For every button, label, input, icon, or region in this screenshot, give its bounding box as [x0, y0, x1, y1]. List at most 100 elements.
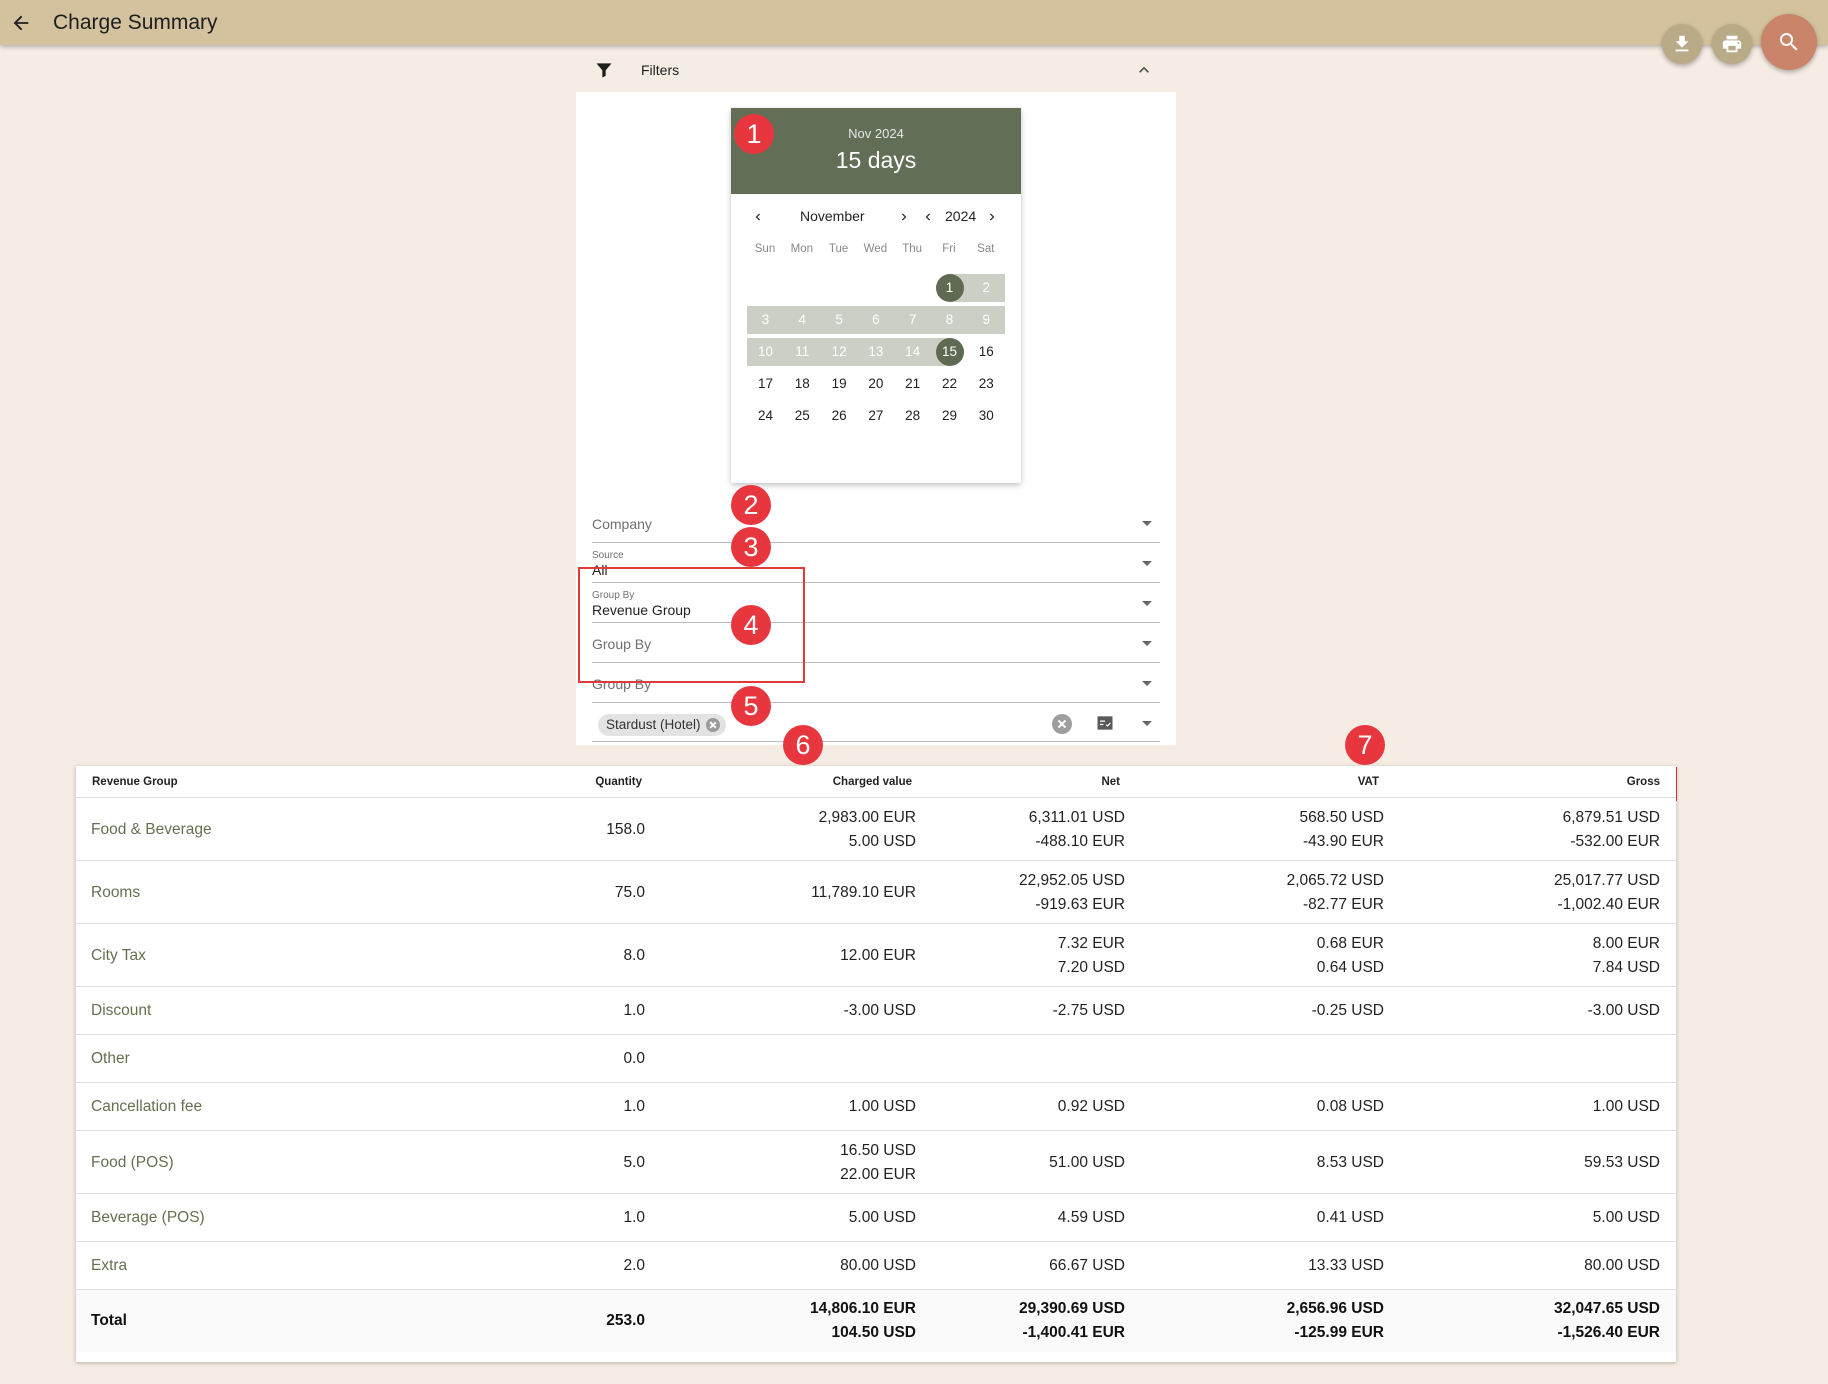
back-arrow-icon[interactable]	[10, 12, 32, 34]
weekday-label: Tue	[828, 243, 849, 255]
calendar-day[interactable]: 29	[931, 402, 968, 430]
col-header-vat[interactable]: VAT	[1358, 776, 1379, 788]
filters-toggle[interactable]: Filters	[576, 48, 1176, 92]
col-header-gross[interactable]: Gross	[1627, 776, 1660, 788]
cell-gross: -3.00 USD	[1587, 1002, 1660, 1019]
source-label: Source	[592, 550, 624, 561]
cell-charged: 11,789.10 EUR	[811, 883, 916, 901]
year-label[interactable]: 2024	[945, 208, 976, 224]
table-row: Food & Beverage 158.0 2,983.00 EUR 5.00 USD…	[76, 798, 1676, 861]
calendar-day[interactable]: 22	[931, 370, 968, 398]
next-year-icon[interactable]	[985, 210, 999, 224]
calendar-day[interactable]: 13	[857, 338, 895, 366]
calendar-day[interactable]: 12	[820, 338, 858, 366]
calendar-day[interactable]: 9	[967, 306, 1005, 334]
calendar-day[interactable]: 2	[967, 274, 1005, 302]
app-bar: Charge Summary	[0, 0, 1828, 45]
cell-quantity: 1.0	[623, 1209, 645, 1226]
row-label: Discount	[91, 1002, 152, 1019]
search-button[interactable]	[1761, 14, 1817, 70]
calendar-day[interactable]: 6	[857, 306, 895, 334]
cell-gross: 80.00 USD	[1584, 1257, 1660, 1274]
cell-quantity: 253.0	[606, 1312, 645, 1329]
cell-vat: 0.64 USD	[1316, 958, 1384, 976]
calendar-day[interactable]: 18	[784, 370, 821, 398]
table-total-row: Total 253.0 14,806.10 EUR 104.50 USD 29,390.…	[76, 1290, 1676, 1352]
calendar-day[interactable]: 20	[857, 370, 894, 398]
weekday-label: Sat	[977, 243, 995, 255]
col-header-revenue-group[interactable]: Revenue Group	[92, 776, 178, 788]
cell-gross: 6,879.51 USD	[1562, 808, 1660, 826]
cell-gross: 59.53 USD	[1584, 1153, 1660, 1171]
calendar-day[interactable]: 19	[821, 370, 858, 398]
calendar-day[interactable]: 21	[894, 370, 931, 398]
calendar-day-label: 7	[908, 312, 917, 327]
cell-quantity: 1.0	[623, 1098, 645, 1115]
cell-vat: 2,656.96 USD	[1286, 1300, 1384, 1317]
dropdown-arrow-icon	[1142, 521, 1152, 526]
cell-gross: -1,526.40 EUR	[1557, 1324, 1660, 1341]
cell-charged: 16.50 USD	[840, 1141, 916, 1159]
calendar-day[interactable]: 17	[747, 370, 784, 398]
cell-vat: 2,065.72 USD	[1286, 871, 1384, 889]
select-all-icon[interactable]	[1094, 713, 1116, 733]
calendar-day-label: 22	[941, 376, 958, 391]
calendar-day[interactable]: 7	[894, 306, 932, 334]
col-header-net[interactable]: Net	[1101, 776, 1120, 788]
calendar-day[interactable]: 11	[783, 338, 821, 366]
calendar-day-label: 18	[794, 376, 810, 391]
prev-year-icon[interactable]	[921, 210, 935, 224]
date-picker-nav: November 2024	[731, 194, 1021, 240]
annotation-marker-7: 7	[1345, 725, 1385, 765]
clear-icon[interactable]	[1052, 714, 1072, 734]
cell-gross: 8.00 EUR	[1592, 934, 1660, 952]
download-button[interactable]	[1662, 24, 1702, 64]
row-label: Cancellation fee	[91, 1098, 203, 1115]
row-label: Food (POS)	[91, 1153, 174, 1171]
calendar-day[interactable]: 30	[968, 402, 1005, 430]
col-header-quantity[interactable]: Quantity	[595, 776, 642, 788]
row-label: Rooms	[91, 883, 141, 901]
page-title: Charge Summary	[53, 10, 218, 34]
calendar-day-label: 2	[982, 280, 991, 295]
cell-charged: -3.00 USD	[843, 1002, 916, 1019]
cell-quantity: 8.0	[623, 946, 645, 964]
calendar-day-label: 1	[935, 274, 964, 302]
cell-net: 0.92 USD	[1057, 1098, 1125, 1115]
cell-net: 66.67 USD	[1049, 1257, 1125, 1274]
calendar-day[interactable]: 23	[968, 370, 1005, 398]
table-row: Extra 2.0 80.00 USD 66.67 USD 13.33 USD 80.00…	[76, 1242, 1676, 1290]
prev-month-icon[interactable]	[751, 210, 765, 224]
property-select[interactable]: Stardust (Hotel)	[592, 704, 1160, 742]
print-button[interactable]	[1712, 24, 1752, 64]
calendar-day[interactable]: 3	[747, 306, 784, 334]
calendar-day[interactable]: 4	[783, 306, 821, 334]
calendar-day[interactable]: 8	[931, 306, 968, 334]
calendar-day[interactable]: 10	[747, 338, 784, 366]
weekday-label: Thu	[902, 243, 923, 255]
calendar-day[interactable]: 27	[857, 402, 894, 430]
filter-icon	[596, 63, 612, 78]
month-label[interactable]: November	[800, 208, 865, 224]
col-header-charged-value[interactable]: Charged value	[833, 776, 912, 788]
chip-remove-icon[interactable]	[705, 718, 720, 732]
calendar-day[interactable]: 14	[894, 338, 932, 366]
company-select[interactable]: Company	[592, 504, 1160, 543]
calendar-day[interactable]: 24	[747, 402, 784, 430]
property-chip[interactable]: Stardust (Hotel)	[598, 714, 726, 736]
cell-net: 7.32 EUR	[1057, 934, 1125, 952]
chevron-up-icon[interactable]	[1134, 60, 1154, 80]
calendar-day[interactable]: 15	[931, 338, 968, 366]
cell-vat: -125.99 EUR	[1294, 1324, 1384, 1341]
calendar-day[interactable]: 16	[968, 338, 1005, 366]
calendar-day[interactable]: 25	[784, 402, 821, 430]
calendar-day[interactable]: 1	[931, 274, 968, 302]
cell-charged: 1.00 USD	[848, 1098, 916, 1115]
row-label: Other	[91, 1050, 130, 1067]
calendar-day[interactable]: 5	[820, 306, 858, 334]
cell-net: -2.75 USD	[1052, 1002, 1125, 1019]
next-month-icon[interactable]	[897, 210, 911, 224]
cell-gross: 7.84 USD	[1592, 958, 1660, 976]
calendar-day[interactable]: 26	[821, 402, 858, 430]
calendar-day[interactable]: 28	[894, 402, 931, 430]
